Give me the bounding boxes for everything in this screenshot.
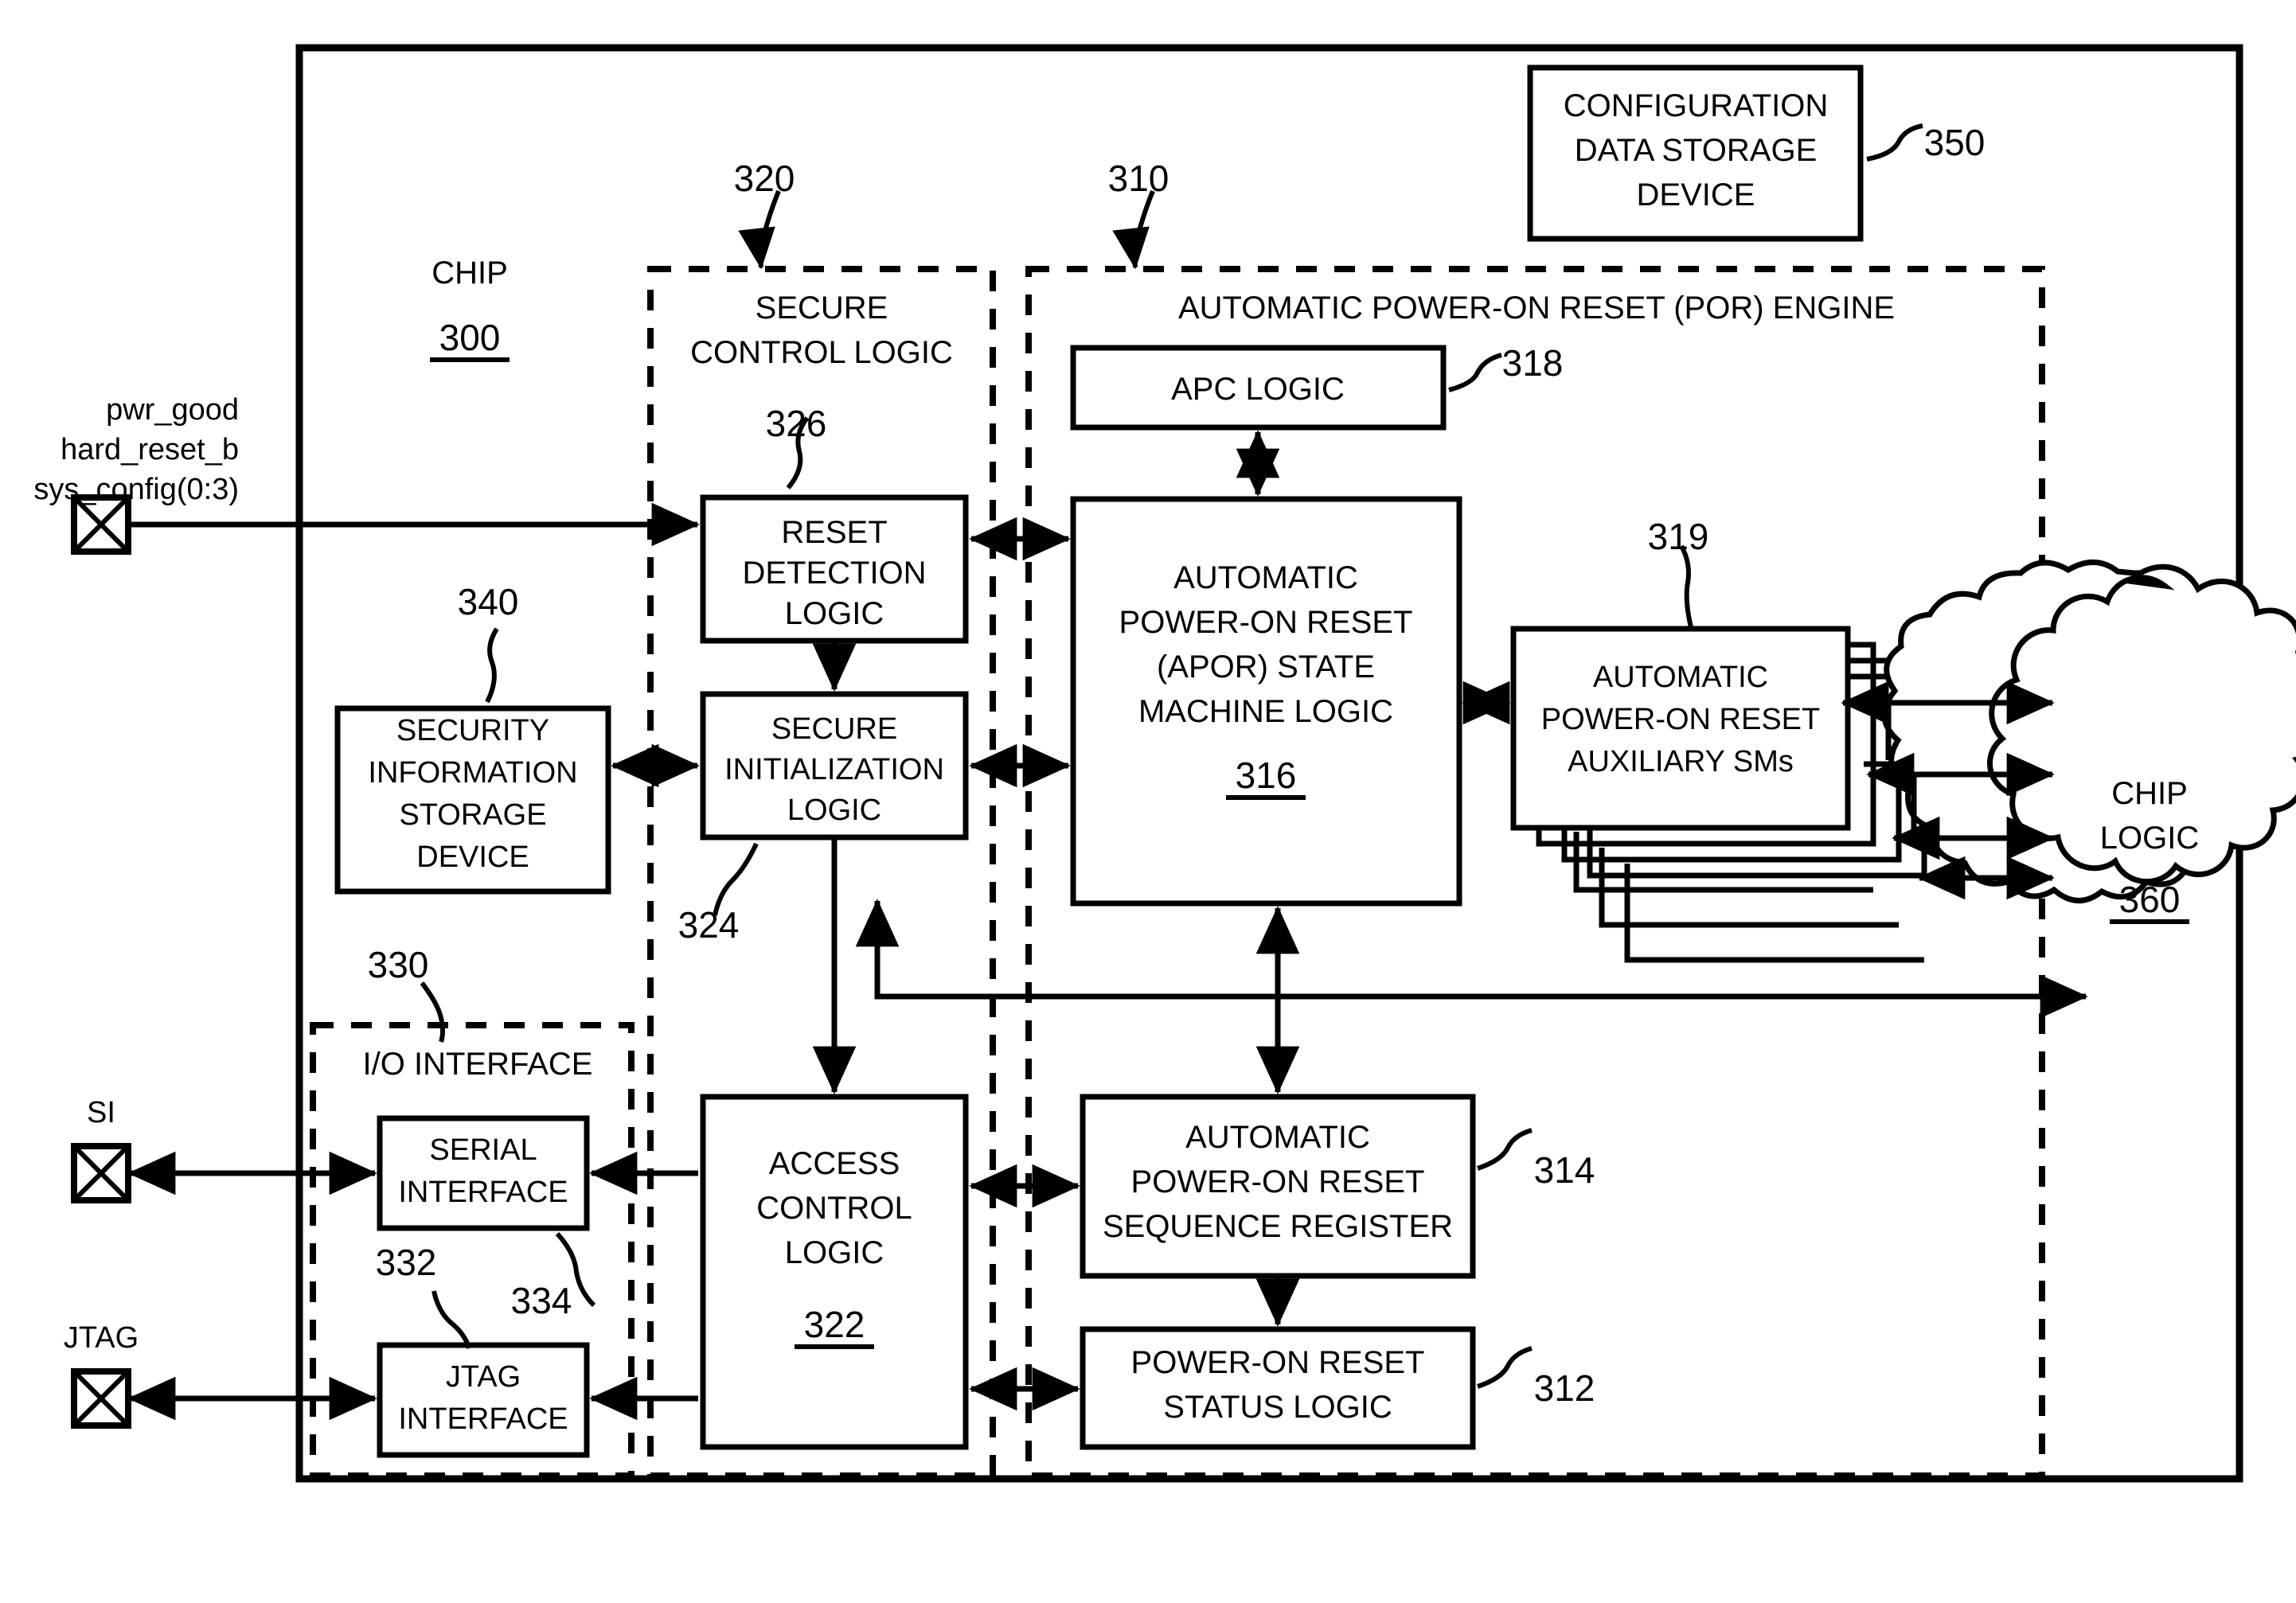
leader-350 xyxy=(1866,123,1923,162)
ref-319: 319 xyxy=(1648,516,1709,557)
aux-sms-line3: AUXILIARY SMs xyxy=(1568,745,1794,778)
signal-si: SI xyxy=(87,1096,115,1129)
ref-340: 340 xyxy=(458,581,519,622)
security-store-line4: DEVICE xyxy=(416,841,529,874)
por-engine-group xyxy=(1025,266,2045,1479)
ref-314: 314 xyxy=(1534,1149,1595,1191)
leader-330 xyxy=(420,981,445,1043)
secure-control-logic-label-1: SECURE xyxy=(756,291,888,326)
jtag-if-line1: JTAG xyxy=(446,1360,521,1394)
signal-pwr-good: pwr_good xyxy=(106,393,239,427)
config-store-line3: DEVICE xyxy=(1637,177,1755,213)
apor-sm-line1: AUTOMATIC xyxy=(1173,560,1358,595)
apor-sm-ref: 316 xyxy=(1236,755,1297,796)
chip-label: CHIP xyxy=(431,255,508,291)
chip-logic-ref: 360 xyxy=(2119,879,2181,920)
config-store-line2: DATA STORAGE xyxy=(1575,133,1818,168)
aux-sms-line2: POWER-ON RESET xyxy=(1541,703,1820,736)
io-interface-label: I/O INTERFACE xyxy=(363,1047,593,1082)
leader-320 xyxy=(738,189,781,270)
seq-register-line2: POWER-ON RESET xyxy=(1131,1164,1425,1199)
signal-sys-config: sys_config(0:3) xyxy=(33,473,239,506)
ref-310: 310 xyxy=(1108,158,1169,199)
reset-detection-line2: DETECTION xyxy=(742,556,926,591)
security-store-line2: INFORMATION xyxy=(368,756,577,790)
access-control-line3: LOGIC xyxy=(785,1235,884,1270)
signal-jtag: JTAG xyxy=(64,1321,139,1355)
apor-sm-line3: (APOR) STATE xyxy=(1157,649,1375,684)
ref-324: 324 xyxy=(678,904,740,946)
security-store-line1: SECURITY xyxy=(396,714,549,747)
leader-332 xyxy=(431,1290,471,1349)
por-status-line2: STATUS LOGIC xyxy=(1163,1390,1392,1425)
secure-init-line2: INITIALIZATION xyxy=(724,753,944,786)
chip-logic-line2: LOGIC xyxy=(2100,821,2199,856)
reset-detection-line3: LOGIC xyxy=(785,596,884,631)
security-store-line3: STORAGE xyxy=(399,798,546,832)
ref-350: 350 xyxy=(1924,122,1986,163)
ref-334: 334 xyxy=(511,1280,572,1321)
apor-sm-ref-group: 316 xyxy=(1226,755,1306,800)
chip-ref-group: 300 xyxy=(430,317,510,362)
ref-320: 320 xyxy=(734,158,795,199)
secure-init-line1: SECURE xyxy=(771,712,897,746)
chip-logic-ref-group: 360 xyxy=(2110,879,2189,924)
apor-sm-line4: MACHINE LOGIC xyxy=(1138,694,1393,729)
access-control-line1: ACCESS xyxy=(769,1146,900,1181)
leader-310 xyxy=(1112,189,1155,270)
ref-318: 318 xyxy=(1502,342,1564,384)
leader-340 xyxy=(485,627,499,704)
ref-332: 332 xyxy=(376,1242,437,1283)
access-control-line2: CONTROL xyxy=(756,1191,912,1226)
signal-hard-reset-b: hard_reset_b xyxy=(61,433,239,466)
ref-326: 326 xyxy=(766,403,827,444)
serial-if-line2: INTERFACE xyxy=(398,1176,568,1209)
access-control-ref-group: 322 xyxy=(795,1304,874,1349)
reset-detection-line1: RESET xyxy=(781,515,887,550)
seq-register-line1: AUTOMATIC xyxy=(1185,1120,1370,1155)
ref-312: 312 xyxy=(1534,1367,1595,1409)
serial-if-line1: SERIAL xyxy=(429,1133,537,1167)
wire-apor-feedback-to-chip-logic xyxy=(855,899,2088,1019)
leader-314 xyxy=(1477,1128,1533,1171)
leader-319 xyxy=(1679,544,1693,628)
por-status-line1: POWER-ON RESET xyxy=(1131,1345,1425,1380)
jtag-if-line2: INTERFACE xyxy=(398,1402,568,1436)
pad-jtag xyxy=(71,1368,131,1429)
secure-control-logic-label-2: CONTROL LOGIC xyxy=(690,335,953,370)
ref-330: 330 xyxy=(368,944,429,985)
aux-sms-line1: AUTOMATIC xyxy=(1593,661,1768,694)
apor-sm-line2: POWER-ON RESET xyxy=(1119,605,1413,640)
seq-register-line3: SEQUENCE REGISTER xyxy=(1103,1209,1453,1244)
apc-logic-line1: APC LOGIC xyxy=(1171,372,1345,407)
secure-init-line3: LOGIC xyxy=(787,794,881,827)
por-engine-label: AUTOMATIC POWER-ON RESET (POR) ENGINE xyxy=(1178,291,1895,326)
access-control-ref: 322 xyxy=(804,1304,865,1345)
leader-312 xyxy=(1477,1346,1533,1389)
config-store-line1: CONFIGURATION xyxy=(1564,88,1829,123)
pad-si xyxy=(71,1143,131,1203)
chip-logic-line1: CHIP xyxy=(2111,776,2188,811)
leader-318 xyxy=(1448,353,1502,392)
block-diagram-svg: CHIP 300 SECURE CONTROL LOGIC AUTOMATIC … xyxy=(33,44,2296,1483)
patent-figure-canvas: CHIP 300 SECURE CONTROL LOGIC AUTOMATIC … xyxy=(0,0,2296,1603)
chip-ref: 300 xyxy=(439,317,501,358)
